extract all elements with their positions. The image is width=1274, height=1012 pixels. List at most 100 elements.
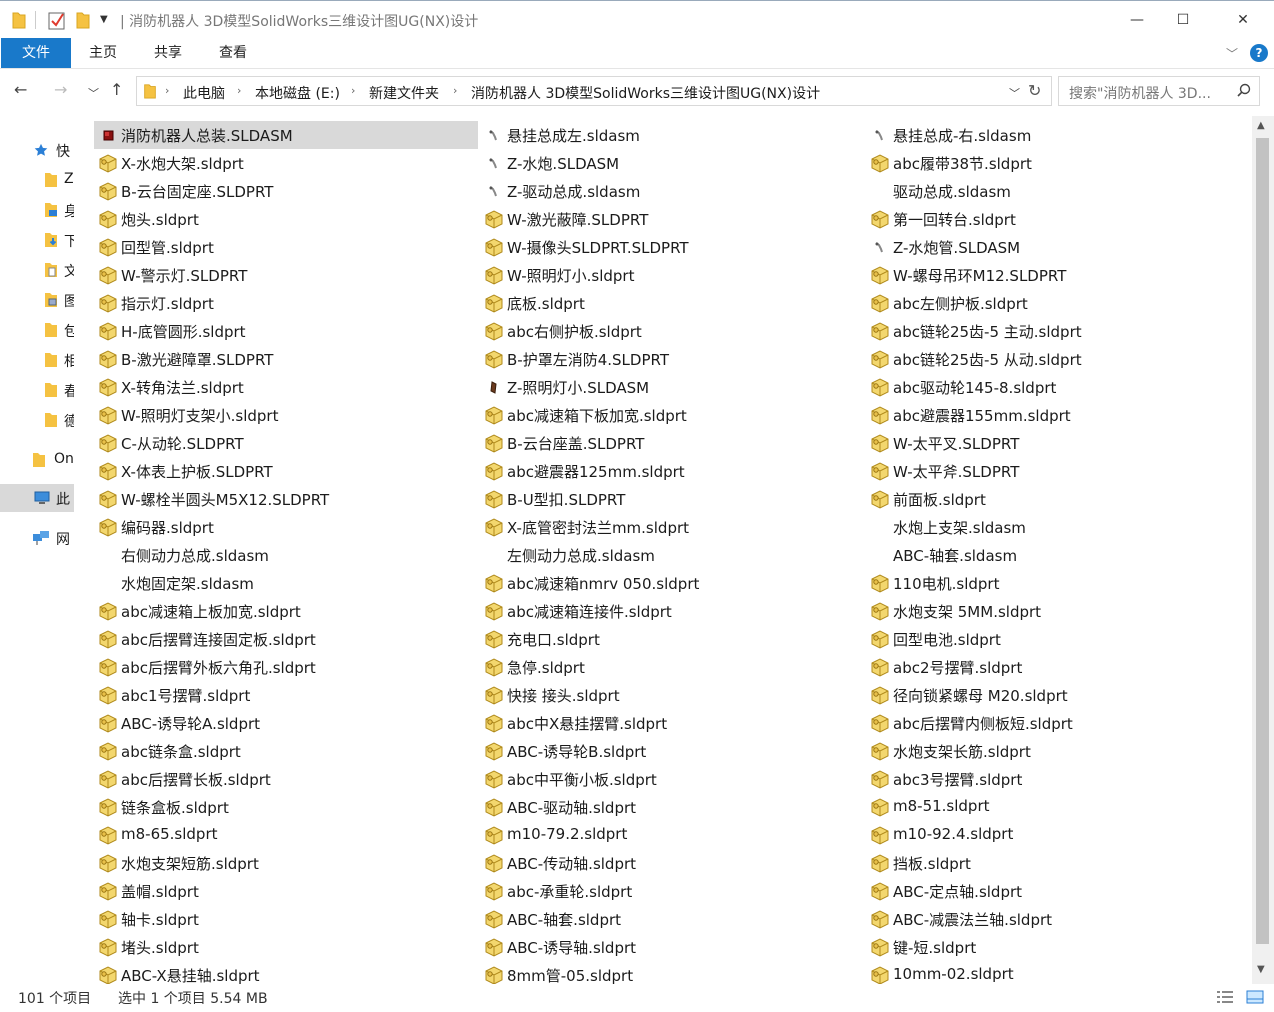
- refresh-icon[interactable]: ↻: [1028, 81, 1041, 100]
- file-item[interactable]: 8mm管-05.sldprt: [480, 961, 864, 984]
- file-item[interactable]: X-转角法兰.sldprt: [94, 373, 478, 401]
- sidebar-item-folder[interactable]: 包: [0, 316, 74, 344]
- breadcrumb-new-folder[interactable]: 新建文件夹: [369, 83, 439, 103]
- search-box[interactable]: 搜索"消防机器人 3D...: [1058, 76, 1260, 106]
- file-item[interactable]: abc链条盒.sldprt: [94, 737, 478, 765]
- file-item[interactable]: abc后摆臂长板.sldprt: [94, 765, 478, 793]
- file-item[interactable]: abc-承重轮.sldprt: [480, 877, 864, 905]
- large-icons-view-icon[interactable]: [1246, 990, 1264, 1004]
- sidebar-item-this-pc[interactable]: 此: [0, 484, 74, 512]
- file-item[interactable]: abc左侧护板.sldprt: [866, 289, 1250, 317]
- minimize-button[interactable]: —: [1114, 5, 1160, 35]
- tab-view[interactable]: 查看: [210, 38, 256, 68]
- file-item[interactable]: abc避震器125mm.sldprt: [480, 457, 864, 485]
- file-item[interactable]: 底板.sldprt: [480, 289, 864, 317]
- sidebar-item-desktop[interactable]: 身: [0, 196, 74, 224]
- file-item[interactable]: ABC-轴套.sldprt: [480, 905, 864, 933]
- file-item[interactable]: abc减速箱下板加宽.sldprt: [480, 401, 864, 429]
- customize-toolbar-icon[interactable]: ▼: [100, 14, 108, 34]
- file-item[interactable]: 水炮上支架.sldasm: [866, 513, 1250, 541]
- new-folder-icon[interactable]: [76, 10, 90, 30]
- file-item[interactable]: m8-51.sldprt: [866, 793, 1250, 821]
- file-item[interactable]: W-螺母吊环M12.SLDPRT: [866, 261, 1250, 289]
- file-item[interactable]: X-底管密封法兰mm.sldprt: [480, 513, 864, 541]
- file-item[interactable]: Z-水炮管.SLDASM: [866, 233, 1250, 261]
- file-item[interactable]: ABC-诱导轮A.sldprt: [94, 709, 478, 737]
- file-item[interactable]: W-螺栓半圆头M5X12.SLDPRT: [94, 485, 478, 513]
- help-icon[interactable]: ?: [1250, 44, 1268, 62]
- file-item[interactable]: 堵头.sldprt: [94, 933, 478, 961]
- file-item[interactable]: 编码器.sldprt: [94, 513, 478, 541]
- up-button[interactable]: ↑: [110, 80, 123, 99]
- file-item[interactable]: abc避震器155mm.sldprt: [866, 401, 1250, 429]
- file-item[interactable]: W-照明灯支架小.sldprt: [94, 401, 478, 429]
- file-item[interactable]: W-太平斧.SLDPRT: [866, 457, 1250, 485]
- sidebar-item-quick-access[interactable]: 快: [0, 136, 74, 164]
- file-item[interactable]: 第一回转台.sldprt: [866, 205, 1250, 233]
- file-item[interactable]: B-激光避障罩.SLDPRT: [94, 345, 478, 373]
- tab-home[interactable]: 主页: [80, 38, 126, 68]
- file-item[interactable]: ABC-减震法兰轴.sldprt: [866, 905, 1250, 933]
- file-item[interactable]: ABC-X悬挂轴.sldprt: [94, 961, 478, 984]
- file-item[interactable]: abc中X悬挂摆臂.sldprt: [480, 709, 864, 737]
- file-item[interactable]: 右侧动力总成.sldasm: [94, 541, 478, 569]
- file-item[interactable]: 左侧动力总成.sldasm: [480, 541, 864, 569]
- file-item[interactable]: 水炮支架 5MM.sldprt: [866, 597, 1250, 625]
- breadcrumb-separator[interactable]: ›: [453, 84, 457, 97]
- file-item[interactable]: 快接 接头.sldprt: [480, 681, 864, 709]
- back-button[interactable]: ←: [14, 80, 27, 99]
- file-item[interactable]: abc链轮25齿-5 从动.sldprt: [866, 345, 1250, 373]
- file-item[interactable]: X-体表上护板.SLDPRT: [94, 457, 478, 485]
- file-item[interactable]: 悬挂总成左.sldasm: [480, 121, 864, 149]
- sidebar-item-folder[interactable]: Z: [0, 166, 74, 194]
- file-item[interactable]: W-照明灯小.sldprt: [480, 261, 864, 289]
- file-item[interactable]: m10-92.4.sldprt: [866, 821, 1250, 849]
- expand-ribbon-icon[interactable]: ﹀: [1226, 45, 1238, 62]
- search-icon[interactable]: [1237, 83, 1251, 97]
- file-item[interactable]: 指示灯.sldprt: [94, 289, 478, 317]
- breadcrumb-separator[interactable]: ›: [351, 84, 355, 97]
- close-button[interactable]: ✕: [1220, 5, 1266, 35]
- file-item[interactable]: W-太平叉.SLDPRT: [866, 429, 1250, 457]
- breadcrumb-separator[interactable]: ›: [237, 84, 241, 97]
- file-item[interactable]: 驱动总成.sldasm: [866, 177, 1250, 205]
- file-item[interactable]: 链条盒板.sldprt: [94, 793, 478, 821]
- sidebar-item-downloads[interactable]: 下: [0, 226, 74, 254]
- file-item[interactable]: abc减速箱上板加宽.sldprt: [94, 597, 478, 625]
- file-item[interactable]: 键-短.sldprt: [866, 933, 1250, 961]
- file-item[interactable]: B-云台固定座.SLDPRT: [94, 177, 478, 205]
- file-item[interactable]: Z-照明灯小.SLDASM: [480, 373, 864, 401]
- file-item[interactable]: abc1号摆臂.sldprt: [94, 681, 478, 709]
- file-item[interactable]: H-底管圆形.sldprt: [94, 317, 478, 345]
- file-item[interactable]: Z-水炮.SLDASM: [480, 149, 864, 177]
- file-item[interactable]: 充电口.sldprt: [480, 625, 864, 653]
- file-item[interactable]: 回型管.sldprt: [94, 233, 478, 261]
- file-item[interactable]: 消防机器人总装.SLDASM: [94, 121, 478, 149]
- file-item[interactable]: B-护罩左消防4.SLDPRT: [480, 345, 864, 373]
- breadcrumb-this-pc[interactable]: 此电脑: [183, 83, 225, 103]
- file-item[interactable]: C-从动轮.SLDPRT: [94, 429, 478, 457]
- file-item[interactable]: Z-驱动总成.sldasm: [480, 177, 864, 205]
- file-item[interactable]: abc后摆臂外板六角孔.sldprt: [94, 653, 478, 681]
- sidebar-item-folder[interactable]: 相: [0, 346, 74, 374]
- properties-check-icon[interactable]: [48, 10, 66, 30]
- file-item[interactable]: ABC-定点轴.sldprt: [866, 877, 1250, 905]
- file-item[interactable]: 水炮固定架.sldasm: [94, 569, 478, 597]
- file-item[interactable]: abc3号摆臂.sldprt: [866, 765, 1250, 793]
- file-item[interactable]: W-摄像头SLDPRT.SLDPRT: [480, 233, 864, 261]
- breadcrumb-local-disk[interactable]: 本地磁盘 (E:): [255, 83, 340, 103]
- scroll-up-icon[interactable]: ▲: [1257, 120, 1265, 131]
- forward-button[interactable]: →: [54, 80, 67, 99]
- sidebar-item-documents[interactable]: 文: [0, 256, 74, 284]
- file-item[interactable]: 回型电池.sldprt: [866, 625, 1250, 653]
- file-item[interactable]: abc履带38节.sldprt: [866, 149, 1250, 177]
- file-item[interactable]: abc后摆臂内侧板短.sldprt: [866, 709, 1250, 737]
- file-item[interactable]: 悬挂总成-右.sldasm: [866, 121, 1250, 149]
- file-item[interactable]: 径向锁紧螺母 M20.sldprt: [866, 681, 1250, 709]
- vertical-scrollbar[interactable]: ▲ ▼: [1252, 116, 1274, 984]
- tab-file[interactable]: 文件: [1, 38, 71, 68]
- file-item[interactable]: m8-65.sldprt: [94, 821, 478, 849]
- file-item[interactable]: 急停.sldprt: [480, 653, 864, 681]
- details-view-icon[interactable]: [1216, 990, 1234, 1004]
- file-item[interactable]: abc2号摆臂.sldprt: [866, 653, 1250, 681]
